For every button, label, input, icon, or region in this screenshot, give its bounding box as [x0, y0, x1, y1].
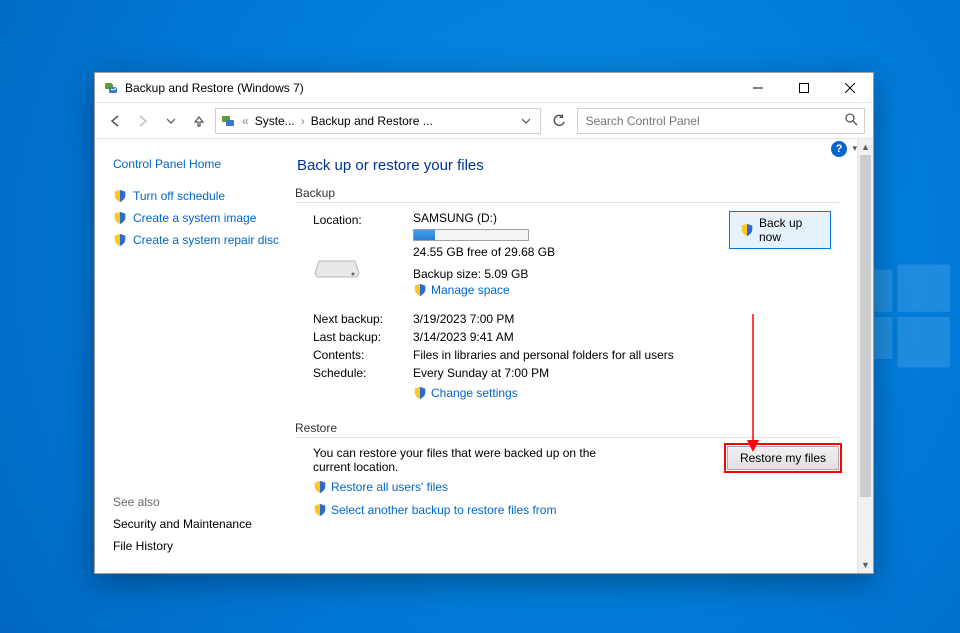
shield-icon: [313, 503, 327, 517]
backup-info-table: Next backup: 3/19/2023 7:00 PM Last back…: [295, 312, 839, 403]
refresh-button[interactable]: [545, 108, 573, 134]
restore-text-col: You can restore your files that were bac…: [313, 446, 711, 520]
backup-now-label: Back up now: [759, 216, 820, 244]
manage-space-link[interactable]: Manage space: [413, 283, 510, 297]
last-backup-value: 3/14/2023 9:41 AM: [413, 330, 839, 344]
create-repair-disc-label: Create a system repair disc: [133, 233, 279, 247]
turn-off-schedule-label: Turn off schedule: [133, 189, 225, 203]
file-history-link[interactable]: File History: [113, 539, 281, 553]
schedule-value: Every Sunday at 7:00 PM: [413, 366, 839, 380]
breadcrumb-1[interactable]: Syste...: [255, 114, 295, 128]
main-pane: ? ▾ Back up or restore your files Backup…: [295, 139, 857, 573]
search-input[interactable]: [584, 113, 844, 129]
security-maintenance-link[interactable]: Security and Maintenance: [113, 517, 281, 531]
window-body: Control Panel Home Turn off schedule Cre…: [95, 139, 873, 573]
backup-details-col: SAMSUNG (D:) 24.55 GB free of 29.68 GB B…: [413, 211, 729, 300]
backup-size-label: Backup size: 5.09 GB: [413, 267, 729, 281]
free-space-label: 24.55 GB free of 29.68 GB: [413, 245, 729, 259]
shield-icon: [113, 233, 127, 247]
navigation-bar: « Syste... › Backup and Restore ...: [95, 103, 873, 139]
disk-usage-bar: [413, 229, 529, 241]
shield-icon: [113, 189, 127, 203]
next-backup-label: Next backup:: [313, 312, 413, 326]
contents-label: Contents:: [313, 348, 413, 362]
close-button[interactable]: [827, 73, 873, 103]
window-title: Backup and Restore (Windows 7): [125, 81, 735, 95]
app-icon: [103, 80, 119, 96]
help-button[interactable]: ?: [831, 141, 847, 157]
location-icon: [220, 113, 236, 129]
window-controls: [735, 73, 873, 103]
backup-restore-window: Backup and Restore (Windows 7): [94, 72, 874, 574]
shield-icon: [113, 211, 127, 225]
create-system-image-link[interactable]: Create a system image: [113, 211, 281, 225]
breadcrumb-2[interactable]: Backup and Restore ...: [311, 114, 433, 128]
schedule-label: Schedule:: [313, 366, 413, 380]
minimize-button[interactable]: [735, 73, 781, 103]
control-panel-home-link[interactable]: Control Panel Home: [113, 157, 281, 171]
page-title: Back up or restore your files: [297, 157, 839, 174]
manage-space-label: Manage space: [431, 283, 510, 297]
scroll-thumb[interactable]: [860, 155, 871, 497]
restore-action-col: Restore my files: [727, 446, 839, 470]
address-bar[interactable]: « Syste... › Backup and Restore ...: [215, 108, 541, 134]
turn-off-schedule-link[interactable]: Turn off schedule: [113, 189, 281, 203]
restore-section-header: Restore: [295, 421, 839, 438]
up-button[interactable]: [187, 109, 211, 133]
shield-icon: [413, 283, 427, 297]
shield-icon: [413, 386, 427, 400]
backup-block: Location: SAMSUNG (D:) 24.55 GB free of …: [295, 211, 839, 300]
help-dropdown-icon[interactable]: ▾: [852, 143, 857, 154]
forward-button[interactable]: [131, 109, 155, 133]
select-another-backup-label: Select another backup to restore files f…: [331, 503, 556, 517]
left-pane: Control Panel Home Turn off schedule Cre…: [95, 139, 295, 573]
drive-icon: [313, 251, 361, 283]
backup-now-button[interactable]: Back up now: [729, 211, 831, 249]
restore-all-users-label: Restore all users' files: [331, 480, 448, 494]
restore-all-users-link[interactable]: Restore all users' files: [313, 480, 448, 494]
create-system-image-label: Create a system image: [133, 211, 256, 225]
backup-action-col: Back up now: [729, 211, 839, 249]
contents-value: Files in libraries and personal folders …: [413, 348, 839, 362]
scroll-track[interactable]: [858, 155, 873, 557]
breadcrumb-sep-icon: «: [240, 114, 251, 128]
next-backup-value: 3/19/2023 7:00 PM: [413, 312, 839, 326]
change-settings-label: Change settings: [431, 386, 518, 400]
search-icon[interactable]: [844, 112, 858, 129]
last-backup-label: Last backup:: [313, 330, 413, 344]
scroll-up-button[interactable]: ▲: [858, 139, 873, 155]
backup-section-header: Backup: [295, 186, 839, 203]
breadcrumb-sep-icon: ›: [299, 114, 307, 128]
create-repair-disc-link[interactable]: Create a system repair disc: [113, 233, 281, 247]
scroll-down-button[interactable]: ▼: [858, 557, 873, 573]
change-settings-link[interactable]: Change settings: [413, 386, 518, 400]
location-name: SAMSUNG (D:): [413, 211, 729, 225]
titlebar[interactable]: Backup and Restore (Windows 7): [95, 73, 873, 103]
select-another-backup-link[interactable]: Select another backup to restore files f…: [313, 503, 556, 517]
vertical-scrollbar[interactable]: ▲ ▼: [857, 139, 873, 573]
backup-location-col: Location:: [313, 211, 413, 283]
back-button[interactable]: [103, 109, 127, 133]
restore-block: You can restore your files that were bac…: [295, 446, 839, 520]
search-bar[interactable]: [577, 108, 865, 134]
location-label: Location:: [313, 213, 413, 227]
restore-my-files-button[interactable]: Restore my files: [727, 446, 839, 470]
address-dropdown-icon[interactable]: [516, 114, 536, 128]
restore-description: You can restore your files that were bac…: [313, 446, 633, 474]
see-also-heading: See also: [113, 495, 281, 509]
maximize-button[interactable]: [781, 73, 827, 103]
shield-icon: [740, 223, 754, 237]
shield-icon: [313, 480, 327, 494]
recent-locations-button[interactable]: [159, 109, 183, 133]
